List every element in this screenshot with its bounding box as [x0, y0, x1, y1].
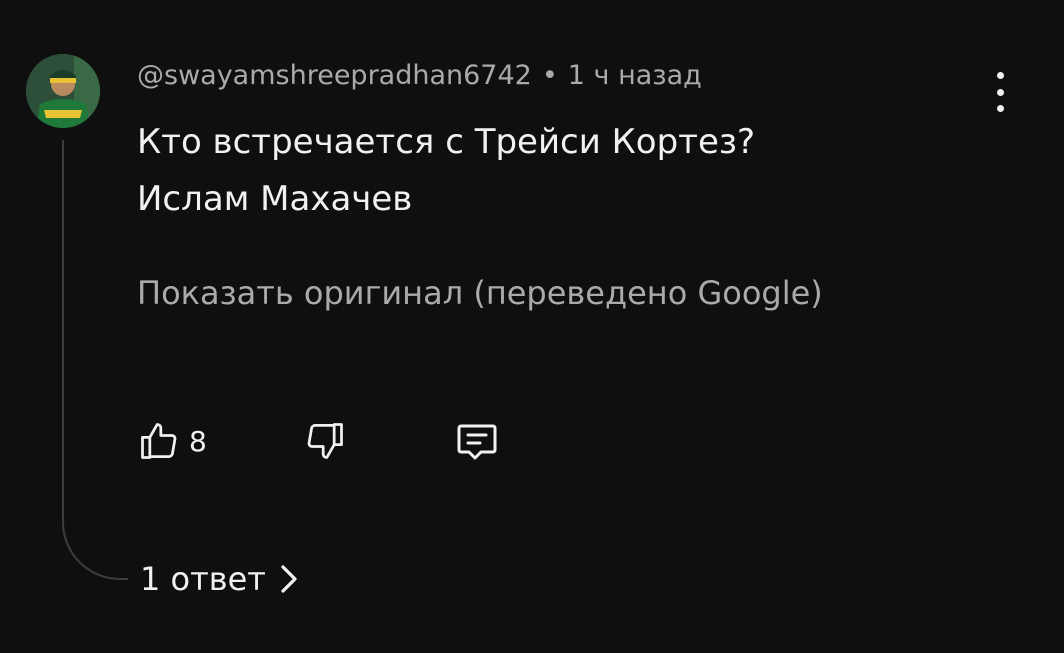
chevron-right-icon [281, 565, 297, 593]
more-vert-icon [996, 72, 1004, 79]
comment-meta: @swayamshreepradhan6742 • 1 ч назад [137, 60, 702, 91]
author-handle[interactable]: @swayamshreepradhan6742 [137, 60, 532, 91]
comment-time: 1 ч назад [567, 60, 702, 91]
comment-line: Кто встречается с Трейси Кортез? [137, 122, 756, 162]
thumbs-up-icon [141, 423, 177, 459]
comment-text: Кто встречается с Трейси Кортез? Ислам М… [137, 114, 755, 228]
more-vert-icon-dot [996, 88, 1004, 96]
reply-button[interactable] [451, 418, 503, 466]
like-button[interactable]: 8 [137, 418, 207, 464]
more-options-button[interactable] [984, 72, 1016, 112]
show-original-link[interactable]: Показать оригинал (переведено Google) [137, 274, 823, 312]
view-replies-button[interactable]: 1 ответ [140, 560, 298, 598]
comment-icon [457, 424, 497, 460]
comment-line: Ислам Махачев [137, 179, 413, 219]
meta-separator: • [541, 60, 558, 91]
more-vert-icon-dot [996, 105, 1004, 112]
thumbs-down-icon [307, 423, 343, 459]
avatar[interactable] [26, 54, 100, 128]
dislike-button[interactable] [303, 418, 347, 464]
like-count: 8 [189, 424, 207, 458]
replies-count-label: 1 ответ [140, 560, 266, 598]
reply-thread-line [62, 140, 128, 580]
